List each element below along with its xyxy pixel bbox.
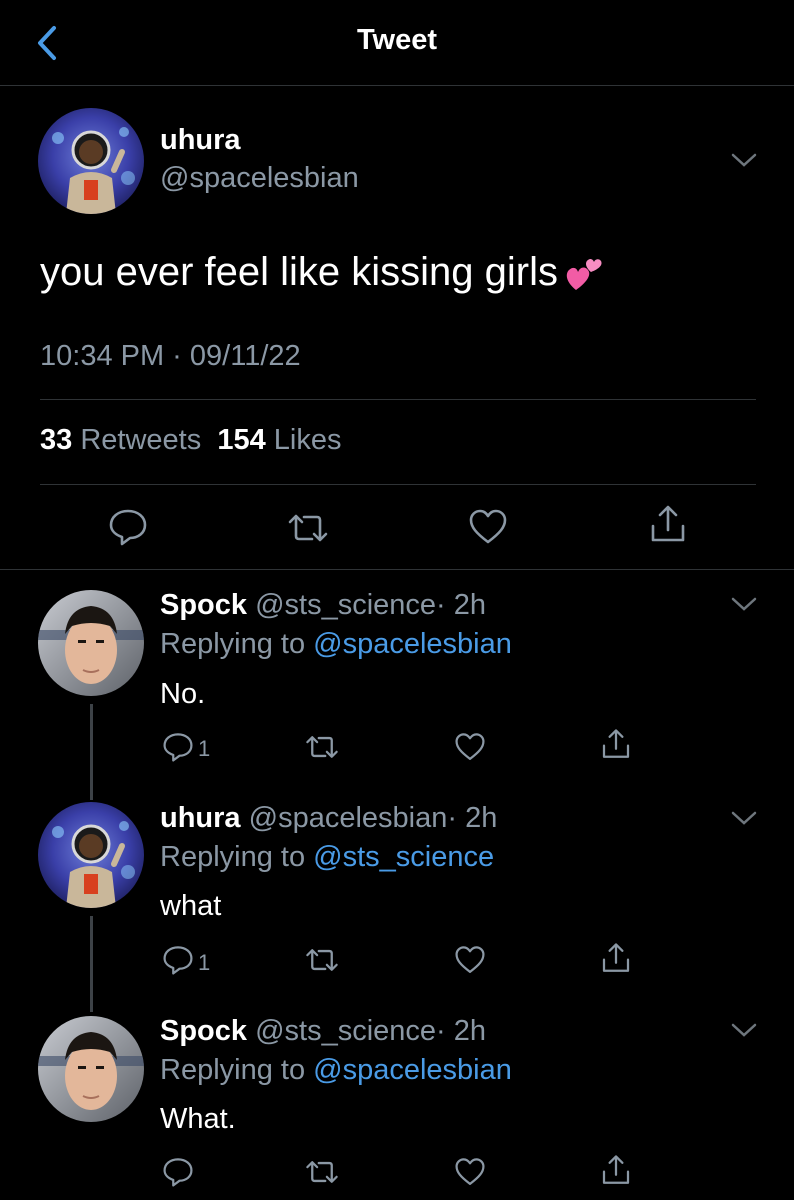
more-options-chevron-icon[interactable] — [730, 152, 758, 168]
reply-time: · 2h — [436, 589, 487, 621]
like-button[interactable] — [454, 945, 486, 975]
reply-time: · 2h — [436, 1015, 487, 1047]
two-hearts-icon — [564, 254, 604, 294]
replying-to: Replying to @spacelesbian — [160, 628, 512, 661]
reply-time: · 2h — [447, 802, 498, 834]
heart-icon — [455, 946, 485, 973]
thread-connector-line — [90, 916, 93, 1012]
retweet-icon — [306, 1161, 338, 1183]
heart-icon — [469, 509, 507, 544]
retweet-icon — [306, 736, 338, 758]
reply-header: Spock @sts_science· 2h — [160, 1015, 486, 1048]
replying-to-mention[interactable]: @spacelesbian — [313, 628, 512, 660]
share-icon — [602, 1155, 630, 1184]
likes-count: 154 — [217, 424, 266, 456]
retweet-button[interactable] — [304, 947, 340, 973]
replying-to-label: Replying to — [160, 1054, 306, 1086]
reply-header: uhura @spacelesbian· 2h — [160, 802, 497, 835]
page-title: Tweet — [356, 24, 438, 56]
retweet-button[interactable] — [304, 734, 340, 760]
reply-button[interactable] — [162, 1157, 194, 1187]
reply-icon — [163, 1158, 193, 1187]
divider — [40, 484, 756, 485]
more-options-chevron-icon[interactable] — [730, 1022, 758, 1038]
reply-icon — [163, 733, 193, 762]
tweet-stats: 33 Retweets 154 Likes — [40, 424, 342, 457]
share-button[interactable] — [600, 1154, 632, 1186]
reply-icon — [109, 509, 147, 546]
retweets-count: 33 — [40, 424, 73, 456]
like-button[interactable] — [454, 732, 486, 762]
reply-author-name[interactable]: Spock — [160, 589, 247, 621]
likes-stat[interactable]: 154 Likes — [217, 424, 341, 456]
thread-connector-line — [90, 704, 93, 800]
reply-button[interactable] — [162, 732, 194, 762]
reply-text: No. — [160, 678, 206, 710]
reply-author-name[interactable]: uhura — [160, 802, 241, 834]
reply-button[interactable] — [162, 945, 194, 975]
retweets-stat[interactable]: 33 Retweets — [40, 424, 201, 456]
retweet-icon — [288, 514, 328, 542]
heart-icon — [455, 1158, 485, 1185]
share-button[interactable] — [600, 728, 632, 760]
reply-author-handle[interactable]: @spacelesbian — [249, 802, 448, 834]
reply-author-handle[interactable]: @sts_science — [255, 589, 436, 621]
avatar-uhura[interactable] — [38, 108, 144, 214]
avatar-spock[interactable] — [38, 590, 144, 696]
more-options-chevron-icon[interactable] — [730, 810, 758, 826]
replying-to-mention[interactable]: @sts_science — [313, 841, 494, 873]
reply-text: what — [160, 890, 222, 922]
share-icon — [602, 729, 630, 758]
tweet-text: you ever feel like kissing girls — [40, 250, 604, 295]
like-button[interactable] — [468, 508, 508, 546]
tweet-body: you ever feel like kissing girls — [40, 250, 558, 294]
tweet-timestamp: 10:34 PM · 09/11/22 — [40, 340, 301, 372]
likes-label: Likes — [273, 424, 342, 456]
reply-author-handle[interactable]: @sts_science — [255, 1015, 436, 1047]
share-button[interactable] — [600, 942, 632, 974]
replying-to: Replying to @spacelesbian — [160, 1054, 512, 1087]
reply-icon — [163, 946, 193, 975]
retweet-button[interactable] — [286, 512, 330, 544]
replying-to-label: Replying to — [160, 628, 306, 660]
replying-to: Replying to @sts_science — [160, 841, 494, 874]
avatar-uhura[interactable] — [38, 802, 144, 908]
reply-header: Spock @sts_science· 2h — [160, 589, 486, 622]
author-name[interactable]: uhura — [160, 124, 241, 157]
retweet-icon — [306, 949, 338, 971]
divider — [40, 399, 756, 400]
top-nav-bar: Tweet — [0, 0, 794, 86]
heart-icon — [455, 733, 485, 760]
like-button[interactable] — [454, 1157, 486, 1187]
share-icon — [651, 505, 685, 542]
reply-author-name[interactable]: Spock — [160, 1015, 247, 1047]
avatar-spock[interactable] — [38, 1016, 144, 1122]
more-options-chevron-icon[interactable] — [730, 596, 758, 612]
author-handle[interactable]: @spacelesbian — [160, 162, 359, 195]
retweet-button[interactable] — [304, 1159, 340, 1185]
share-icon — [602, 943, 630, 972]
replying-to-label: Replying to — [160, 841, 306, 873]
replying-to-mention[interactable]: @spacelesbian — [313, 1054, 512, 1086]
share-button[interactable] — [648, 504, 688, 544]
reply-text: What. — [160, 1103, 236, 1135]
section-separator — [0, 569, 794, 570]
reply-count: 1 — [198, 950, 211, 975]
reply-count: 1 — [198, 736, 211, 761]
retweets-label: Retweets — [80, 424, 202, 456]
reply-button[interactable] — [108, 508, 148, 546]
